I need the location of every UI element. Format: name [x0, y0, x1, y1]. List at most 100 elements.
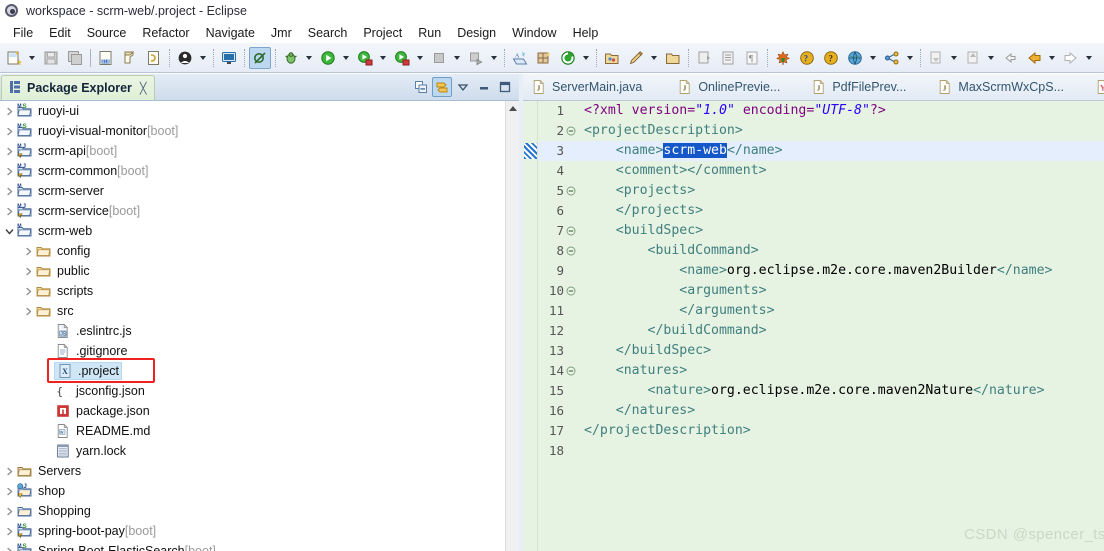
run-icon[interactable]: [317, 47, 339, 69]
code-line[interactable]: 3 <name>scrm-web</name>: [538, 141, 1104, 161]
code-line[interactable]: 16 </natures>: [538, 401, 1104, 421]
chevron-down-icon[interactable]: [303, 47, 314, 69]
tree-item-ruoyi-visual-monitor[interactable]: M Sruoyi-visual-monitor [boot]: [0, 121, 505, 141]
project-tree[interactable]: M Sruoyi-ui M Sruoyi-visual-monitor [boot] M…: [0, 101, 505, 551]
menu-jmr[interactable]: Jmr: [263, 24, 300, 42]
chevron-right-icon[interactable]: [2, 527, 17, 536]
code-line[interactable]: 7 <buildSpec>: [538, 221, 1104, 241]
code-line[interactable]: 13 </buildSpec>: [538, 341, 1104, 361]
user-account-icon[interactable]: [174, 47, 196, 69]
chevron-right-icon[interactable]: [21, 267, 36, 276]
tree-item-servers[interactable]: Servers: [0, 461, 505, 481]
tree-item-ruoyi-ui[interactable]: M Sruoyi-ui: [0, 101, 505, 121]
tree-item-config[interactable]: config: [0, 241, 505, 261]
menu-navigate[interactable]: Navigate: [198, 24, 263, 42]
editor-tab-servermain-java[interactable]: J ServerMain.java: [523, 74, 669, 100]
chevron-right-icon[interactable]: [21, 247, 36, 256]
previous-annotation-icon[interactable]: [962, 47, 984, 69]
chevron-down-icon[interactable]: [948, 47, 959, 69]
tree-item-scripts[interactable]: scripts: [0, 281, 505, 301]
menu-file[interactable]: File: [5, 24, 41, 42]
menu-refactor[interactable]: Refactor: [134, 24, 197, 42]
tree-item-src[interactable]: src: [0, 301, 505, 321]
chevron-right-icon[interactable]: [2, 107, 17, 116]
step-over-icon[interactable]: [465, 47, 487, 69]
tree-item-scrm-server[interactable]: Mscrm-server: [0, 181, 505, 201]
last-edit-location-icon[interactable]: [999, 47, 1021, 69]
chevron-down-icon[interactable]: [197, 47, 208, 69]
menu-design[interactable]: Design: [449, 24, 504, 42]
editor-tab-pdffileprev[interactable]: J PdfFilePrev...: [803, 74, 929, 100]
chevron-down-icon[interactable]: [451, 47, 462, 69]
chevron-down-icon[interactable]: [2, 227, 17, 236]
editor-tab-maxscrmwxcps[interactable]: J MaxScrmWxCpS...: [929, 74, 1087, 100]
fold-collapse-icon[interactable]: [564, 286, 578, 296]
new-java-package-icon[interactable]: [119, 47, 141, 69]
fold-collapse-icon[interactable]: [564, 246, 578, 256]
save-icon[interactable]: [40, 47, 62, 69]
editor-code-content[interactable]: 1 <?xml version="1.0" encoding="UTF-8"?> 2…: [538, 101, 1104, 551]
chevron-right-icon[interactable]: [21, 287, 36, 296]
code-line[interactable]: 5 <projects>: [538, 181, 1104, 201]
console-icon[interactable]: [717, 47, 739, 69]
menu-source[interactable]: Source: [79, 24, 135, 42]
chevron-down-icon[interactable]: [1083, 47, 1094, 69]
maple-icon[interactable]: [772, 47, 794, 69]
tree-item-scrm-api[interactable]: M Jscrm-api [boot]: [0, 141, 505, 161]
code-line[interactable]: 1 <?xml version="1.0" encoding="UTF-8"?>: [538, 101, 1104, 121]
help-search-icon[interactable]: ?: [796, 47, 818, 69]
chevron-right-icon[interactable]: [2, 547, 17, 551]
maximize-button[interactable]: [495, 77, 515, 97]
tree-item-package-json[interactable]: package.json: [0, 401, 505, 421]
code-line[interactable]: 14 <natures>: [538, 361, 1104, 381]
browser-icon[interactable]: [844, 47, 866, 69]
chevron-right-icon[interactable]: [2, 167, 17, 176]
fold-collapse-icon[interactable]: [564, 366, 578, 376]
tree-item-spring-boot-elasticsearch[interactable]: M S Spring-Boot-ElasticSearch [boot]: [0, 541, 505, 551]
chevron-right-icon[interactable]: [2, 507, 17, 516]
code-line[interactable]: 11 </arguments>: [538, 301, 1104, 321]
code-line[interactable]: 6 </projects>: [538, 201, 1104, 221]
chevron-down-icon[interactable]: [580, 47, 591, 69]
scroll-up-arrow-icon[interactable]: [506, 101, 519, 117]
tree-item-shop[interactable]: Jshop: [0, 481, 505, 501]
code-line[interactable]: 15 <nature>org.eclipse.m2e.core.maven2Na…: [538, 381, 1104, 401]
tree-item-gitignore[interactable]: .gitignore: [0, 341, 505, 361]
fold-collapse-icon[interactable]: [564, 186, 578, 196]
editor-tab-b[interactable]: Yb: [1087, 74, 1104, 100]
debug-icon[interactable]: [280, 47, 302, 69]
new-class-icon[interactable]: [143, 47, 165, 69]
menu-run[interactable]: Run: [410, 24, 449, 42]
code-line[interactable]: 18: [538, 441, 1104, 461]
code-line[interactable]: 4 <comment></comment>: [538, 161, 1104, 181]
new-wizard-icon[interactable]: [3, 47, 25, 69]
chevron-right-icon[interactable]: [2, 467, 17, 476]
open-resource-icon[interactable]: [601, 47, 623, 69]
fold-collapse-icon[interactable]: [564, 126, 578, 136]
open-folder-icon[interactable]: [662, 47, 684, 69]
menu-window[interactable]: Window: [504, 24, 564, 42]
terminal-icon[interactable]: [218, 47, 240, 69]
tree-item-scrm-web[interactable]: Mscrm-web: [0, 221, 505, 241]
save-all-icon[interactable]: [64, 47, 86, 69]
hierarchy-icon[interactable]: [881, 47, 903, 69]
minimize-button[interactable]: [474, 77, 494, 97]
open-type-icon[interactable]: 010: [95, 47, 117, 69]
export-icon[interactable]: [693, 47, 715, 69]
code-line[interactable]: 9 <name>org.eclipse.m2e.core.maven2Build…: [538, 261, 1104, 281]
run-external-tools-icon[interactable]: [354, 47, 376, 69]
xml-editor[interactable]: 1 <?xml version="1.0" encoding="UTF-8"?> 2…: [523, 101, 1104, 551]
code-line[interactable]: 2 <projectDescription>: [538, 121, 1104, 141]
edit-icon[interactable]: [625, 47, 647, 69]
tree-item-readme-md[interactable]: w README.md: [0, 421, 505, 441]
skip-breakpoints-icon[interactable]: [249, 46, 271, 69]
chevron-down-icon[interactable]: [648, 47, 659, 69]
close-icon[interactable]: ╳: [140, 82, 147, 95]
tree-item-eslintrc-js[interactable]: JS .eslintrc.js: [0, 321, 505, 341]
chevron-right-icon[interactable]: [2, 147, 17, 156]
view-menu-button[interactable]: [453, 77, 473, 97]
chevron-down-icon[interactable]: [340, 47, 351, 69]
chevron-down-icon[interactable]: [1046, 47, 1057, 69]
new-annotation-icon[interactable]: A: [509, 47, 531, 69]
chevron-right-icon[interactable]: [2, 127, 17, 136]
